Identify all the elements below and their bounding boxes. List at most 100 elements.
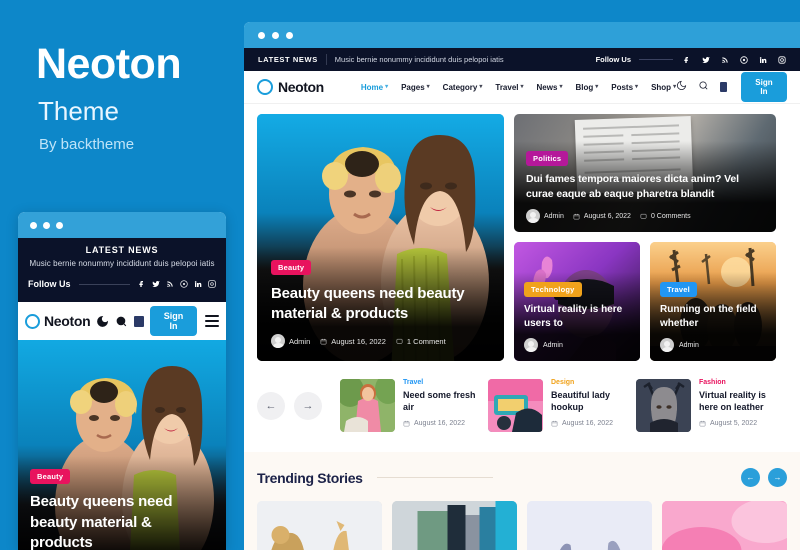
hero-main-title[interactable]: Beauty queens need beauty material & pro… [271, 284, 490, 323]
hero-politics-comments: 0 Comments [640, 213, 691, 220]
post-card-fashion[interactable]: Fashion Virtual reality is here on leath… [636, 379, 784, 432]
mobile-hero-badge[interactable]: Beauty [30, 469, 71, 485]
pinterest-icon[interactable] [180, 275, 188, 293]
hero-main-card[interactable]: Beauty Beauty queens need beauty materia… [257, 114, 504, 361]
hero-politics-title[interactable]: Dui fames tempora maiores dicta anim? Ve… [526, 172, 764, 201]
hero-politics-author: Admin [526, 209, 564, 223]
trending-card[interactable] [257, 501, 382, 550]
hero-two-cards: Technology Virtual reality is here users… [514, 242, 776, 361]
twitter-icon[interactable] [152, 275, 160, 293]
hero-politics-card[interactable]: Politics Dui fames tempora maiores dicta… [514, 114, 776, 232]
cart-icon[interactable] [134, 315, 145, 327]
chrome-dot-minimize[interactable] [43, 221, 50, 229]
avatar [271, 334, 285, 348]
rss-icon[interactable] [721, 51, 729, 69]
posts-carousel-arrows: ← → [257, 391, 322, 420]
hero-right-column: Politics Dui fames tempora maiores dicta… [514, 114, 776, 361]
signin-button[interactable]: Sign In [740, 72, 787, 102]
post-date-fashion-label: August 5, 2022 [710, 419, 758, 427]
nav-item-pages[interactable]: Pages ▾ [401, 83, 430, 92]
nav-item-travel[interactable]: Travel ▾ [495, 83, 523, 92]
hero-running-card[interactable]: Travel Running on the field whether Admi… [650, 242, 776, 361]
hero-politics-badge[interactable]: Politics [526, 151, 569, 167]
mobile-navbar: Neoton Sign In [18, 302, 226, 340]
logo-ring-icon [25, 313, 40, 329]
hero-vr-card[interactable]: Technology Virtual reality is here users… [514, 242, 640, 361]
post-title-design[interactable]: Beautiful lady hookup [551, 389, 636, 414]
trending-prev-button[interactable]: ← [741, 468, 760, 487]
chrome-dot-maximize[interactable] [56, 221, 63, 229]
trending-card[interactable] [392, 501, 517, 550]
nav-item-home[interactable]: Home ▾ [361, 83, 388, 92]
trending-next-button[interactable]: → [768, 468, 787, 487]
moon-icon[interactable] [96, 315, 109, 328]
mobile-hero-title[interactable]: Beauty queens need beauty material & pro… [30, 492, 214, 550]
chrome-dot-maximize[interactable] [286, 31, 293, 39]
hero-vr-overlay: Technology Virtual reality is here users… [514, 272, 640, 361]
post-card-travel[interactable]: Travel Need some fresh air August 16, 20… [340, 379, 488, 432]
nav-item-shop[interactable]: Shop ▾ [651, 83, 676, 92]
nav-item-posts[interactable]: Posts ▾ [611, 83, 638, 92]
topbar-divider [325, 54, 327, 65]
posts-next-button[interactable]: → [294, 391, 322, 420]
linkedin-icon[interactable] [759, 51, 767, 69]
instagram-icon[interactable] [208, 275, 216, 293]
calendar-icon [320, 338, 327, 344]
moon-icon[interactable] [676, 78, 687, 96]
trending-card[interactable] [527, 501, 652, 550]
post-card-design[interactable]: Design Beautiful lady hookup August 16, … [488, 379, 636, 432]
follow-us-divider [639, 59, 673, 60]
mobile-follow-divider [78, 283, 130, 285]
hero-main-badge[interactable]: Beauty [271, 260, 312, 275]
calendar-icon [699, 420, 706, 427]
hero-running-title[interactable]: Running on the field whether [660, 303, 766, 331]
cart-icon[interactable] [720, 82, 727, 92]
mobile-browser-chrome [18, 212, 226, 238]
post-category-fashion[interactable]: Fashion [699, 379, 784, 386]
post-title-fashion[interactable]: Virtual reality is here on leather [699, 389, 784, 414]
nav-item-pages-label: Pages [401, 82, 425, 92]
trending-card[interactable] [662, 501, 787, 550]
hamburger-menu-icon[interactable] [205, 315, 219, 327]
hero-running-author-label: Admin [679, 341, 699, 349]
hero-main-author-label: Admin [289, 336, 311, 346]
post-category-design[interactable]: Design [551, 379, 636, 386]
promo-subtitle: Theme [38, 96, 119, 126]
mobile-signin-button[interactable]: Sign In [150, 306, 197, 336]
nav-item-category-label: Category [442, 82, 478, 92]
mobile-social-links [138, 275, 216, 293]
nav-item-blog[interactable]: Blog ▾ [575, 83, 598, 92]
chrome-dot-close[interactable] [258, 31, 265, 39]
facebook-icon[interactable] [138, 275, 146, 293]
hero-vr-meta: Admin [524, 338, 630, 352]
news-ticker-text[interactable]: Music bernie nonummy incididunt duis pel… [335, 55, 504, 64]
nav-item-category[interactable]: Category ▾ [443, 83, 483, 92]
mobile-logo[interactable]: Neoton [25, 313, 91, 329]
search-icon[interactable] [698, 78, 709, 96]
follow-us-group: Follow Us [596, 51, 786, 69]
linkedin-icon[interactable] [194, 275, 202, 293]
chrome-dot-close[interactable] [30, 221, 37, 229]
posts-prev-button[interactable]: ← [257, 391, 285, 420]
mobile-news-ticker-text[interactable]: Music bernie nonummy incididunt duis pel… [28, 259, 216, 268]
nav-item-news[interactable]: News ▾ [537, 83, 563, 92]
instagram-icon[interactable] [778, 51, 786, 69]
logo[interactable]: Neoton [257, 79, 324, 95]
avatar [524, 338, 538, 352]
logo-text: Neoton [278, 79, 324, 95]
post-date-design: August 16, 2022 [551, 420, 636, 427]
rss-icon[interactable] [166, 275, 174, 293]
hero-vr-title[interactable]: Virtual reality is here users to [524, 303, 630, 331]
post-card-travel-body: Travel Need some fresh air August 16, 20… [403, 379, 488, 432]
hero-running-badge[interactable]: Travel [660, 282, 697, 297]
facebook-icon[interactable] [683, 51, 691, 69]
pinterest-icon[interactable] [740, 51, 748, 69]
mobile-hero-card[interactable]: Beauty Beauty queens need beauty materia… [18, 340, 226, 550]
post-title-travel[interactable]: Need some fresh air [403, 389, 488, 414]
search-icon[interactable] [115, 315, 128, 328]
chevron-down-icon: ▾ [479, 84, 483, 90]
post-category-travel[interactable]: Travel [403, 379, 488, 386]
twitter-icon[interactable] [702, 51, 710, 69]
chrome-dot-minimize[interactable] [272, 31, 279, 39]
hero-vr-badge[interactable]: Technology [524, 282, 582, 297]
